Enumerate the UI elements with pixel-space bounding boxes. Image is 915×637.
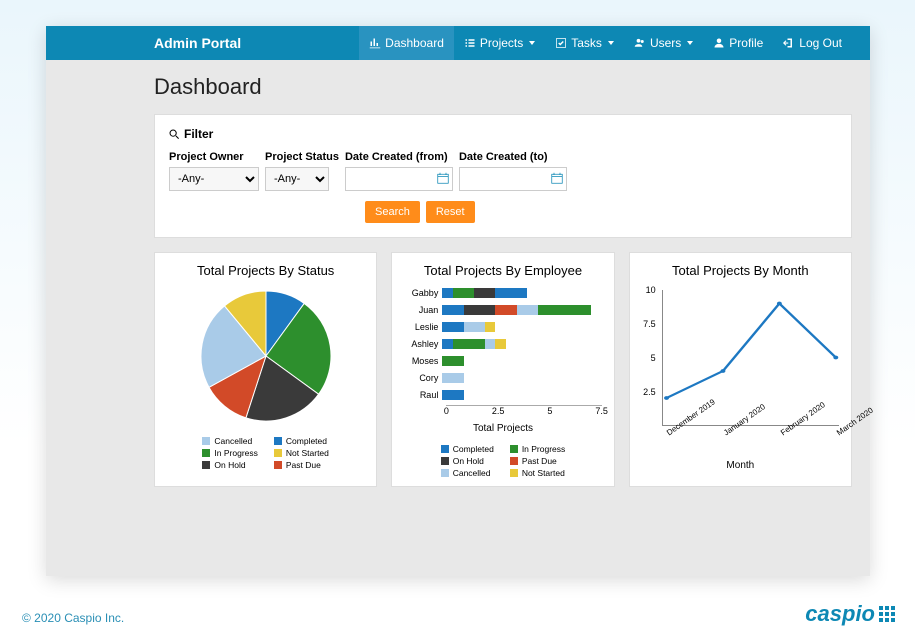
filter-date-from: Date Created (from) [345,151,453,191]
legend-item: Cancelled [441,468,494,478]
nav-tasks-label: Tasks [571,36,602,50]
nav-projects-label: Projects [480,36,523,50]
filter-owner: Project Owner -Any- [169,151,259,191]
chart-month: Total Projects By Month 2.557.510Decembe… [629,252,852,487]
line-xlabel: Month [726,460,754,471]
bar-legend: Completed In Progress On Hold Past Due Cance… [441,444,566,478]
chart-status: Total Projects By Status Cancelled Comple… [154,252,377,487]
check-icon [555,37,567,49]
navbar: Admin Portal Dashboard Projects Tasks Us… [46,26,870,60]
calendar-icon [551,172,563,184]
legend-item: Not Started [274,448,329,458]
filter-to-label: Date Created (to) [459,151,567,163]
filter-heading: Filter [169,127,837,141]
hbar-row: Cory [404,371,601,385]
search-button[interactable]: Search [365,201,420,223]
content: Dashboard Filter Project Owner -Any- Pro… [46,60,870,487]
nav-tasks[interactable]: Tasks [545,26,624,60]
filter-title: Filter [184,127,213,141]
legend-item: Completed [441,444,494,454]
legend-item: On Hold [202,460,257,470]
pie-legend: Cancelled Completed In Progress Not Started… [202,436,328,470]
hbar-chart: GabbyJuanLeslieAshleyMosesCoryRaul02.557… [398,286,607,434]
user-icon [713,37,725,49]
hbar-row: Gabby [404,286,601,300]
filter-date-to: Date Created (to) [459,151,567,191]
nav-profile-label: Profile [729,36,763,50]
caspio-logo: caspio [805,601,895,627]
legend-item: In Progress [202,448,257,458]
users-icon [634,37,646,49]
owner-select[interactable]: -Any- [169,167,259,191]
logo-text: caspio [805,601,875,627]
filter-from-label: Date Created (from) [345,151,453,163]
filter-status: Project Status -Any- [265,151,339,191]
legend-item: Completed [274,436,329,446]
status-select[interactable]: -Any- [265,167,329,191]
chart-title: Total Projects By Month [672,263,809,278]
nav-logout-label: Log Out [799,36,842,50]
reset-button[interactable]: Reset [426,201,475,223]
legend-item: In Progress [510,444,565,454]
hbar-row: Moses [404,354,601,368]
logout-icon [783,37,795,49]
chevron-down-icon [687,41,693,45]
hbar-row: Leslie [404,320,601,334]
footer-copyright: © 2020 Caspio Inc. [22,611,124,625]
chart-icon [369,37,381,49]
list-icon [464,37,476,49]
line-chart: 2.557.510December 2019January 2020Februa… [636,286,845,456]
nav-logout[interactable]: Log Out [773,26,852,60]
logo-dots-icon [879,606,895,622]
page-title: Dashboard [154,74,852,100]
chevron-down-icon [529,41,535,45]
nav-dashboard-label: Dashboard [385,36,444,50]
filter-panel: Filter Project Owner -Any- Project Statu… [154,114,852,238]
nav-users[interactable]: Users [624,26,703,60]
app-window: Admin Portal Dashboard Projects Tasks Us… [46,26,870,576]
chart-employee: Total Projects By Employee Gabby Juan Lesl… [391,252,614,487]
search-icon [169,129,180,140]
nav-dashboard[interactable]: Dashboard [359,26,454,60]
charts-row: Total Projects By Status CancelledComple… [154,252,852,487]
filter-status-label: Project Status [265,151,339,163]
legend-item: Past Due [510,456,565,466]
nav-profile[interactable]: Profile [703,26,773,60]
hbar-row: Ashley [404,337,601,351]
brand: Admin Portal [154,35,241,51]
chevron-down-icon [608,41,614,45]
hbar-row: Juan [404,303,601,317]
legend-item: Past Due [274,460,329,470]
pie-chart [196,286,336,426]
legend-item: Not Started [510,468,565,478]
nav-projects[interactable]: Projects [454,26,545,60]
calendar-icon [437,172,449,184]
legend-item: Cancelled [202,436,257,446]
chart-title: Total Projects By Employee [424,263,582,278]
hbar-row: Raul [404,388,601,402]
nav-users-label: Users [650,36,681,50]
chart-title: Total Projects By Status [197,263,334,278]
legend-item: On Hold [441,456,494,466]
filter-owner-label: Project Owner [169,151,259,163]
